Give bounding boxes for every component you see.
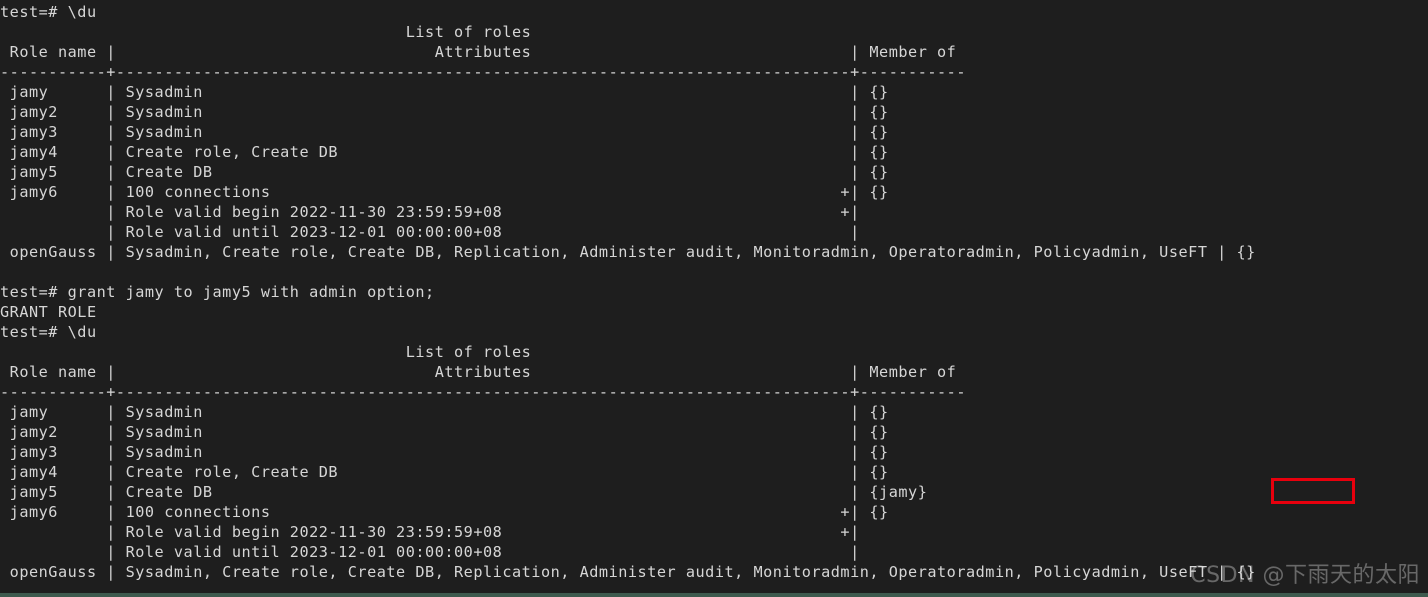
terminal-line: jamy4 | Create role, Create DB | {} [0, 463, 889, 481]
terminal-line: jamy6 | 100 connections +| {} [0, 183, 889, 201]
terminal-bottom-border [0, 593, 1428, 595]
terminal-line: Role name | Attributes | Member of [0, 43, 957, 61]
terminal-line: | Role valid begin 2022-11-30 23:59:59+0… [0, 203, 860, 221]
terminal-line: | Role valid until 2023-12-01 00:00:00+0… [0, 223, 860, 241]
terminal-line: List of roles [0, 343, 532, 361]
terminal-line: jamy2 | Sysadmin | {} [0, 103, 889, 121]
terminal-line: List of roles [0, 23, 532, 41]
terminal-line: | Role valid until 2023-12-01 00:00:00+0… [0, 543, 860, 561]
terminal-line: jamy5 | Create DB | {jamy} [0, 483, 928, 501]
terminal-line: test=# \du [0, 3, 97, 21]
terminal-line: -----------+----------------------------… [0, 63, 966, 81]
terminal-line: jamy3 | Sysadmin | {} [0, 443, 889, 461]
terminal-line: openGauss | Sysadmin, Create role, Creat… [0, 563, 1256, 581]
terminal-line: jamy4 | Create role, Create DB | {} [0, 143, 889, 161]
highlight-annotation-box [1271, 478, 1355, 504]
terminal-line: test=# grant jamy to jamy5 with admin op… [0, 283, 435, 301]
terminal-output[interactable]: test=# \du List of roles Role name | Att… [0, 0, 1256, 582]
terminal-line: jamy | Sysadmin | {} [0, 83, 889, 101]
terminal-line: jamy6 | 100 connections +| {} [0, 503, 889, 521]
terminal-line: openGauss | Sysadmin, Create role, Creat… [0, 243, 1256, 261]
csdn-watermark: CSDN @下雨天的太阳 [1190, 563, 1420, 588]
terminal-line: GRANT ROLE [0, 303, 97, 321]
terminal-line: -----------+----------------------------… [0, 383, 966, 401]
terminal-line: jamy3 | Sysadmin | {} [0, 123, 889, 141]
terminal-line: jamy | Sysadmin | {} [0, 403, 889, 421]
terminal-line: Role name | Attributes | Member of [0, 363, 957, 381]
terminal-line: test=# \du [0, 323, 97, 341]
terminal-line: | Role valid begin 2022-11-30 23:59:59+0… [0, 523, 860, 541]
terminal-line: jamy5 | Create DB | {} [0, 163, 889, 181]
terminal-line: jamy2 | Sysadmin | {} [0, 423, 889, 441]
terminal-window[interactable]: test=# \du List of roles Role name | Att… [0, 0, 1428, 597]
